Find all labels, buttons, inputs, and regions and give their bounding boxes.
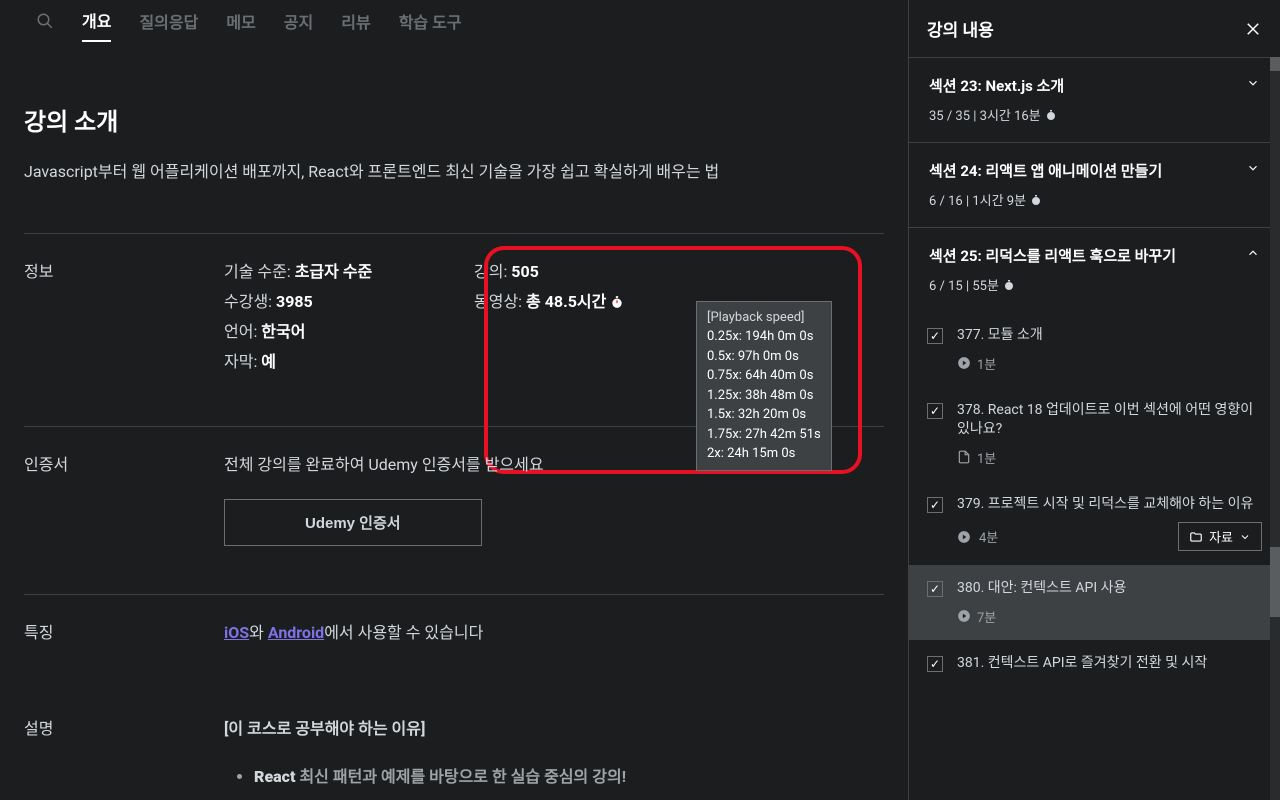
lecture-title: 377. 모듈 소개 bbox=[957, 326, 1262, 346]
lecture-title: 381. 컨텍스트 API로 즐겨찾기 전환 및 시작 bbox=[957, 654, 1262, 674]
lecture-duration: 7분 bbox=[977, 607, 996, 626]
scrollbar[interactable] bbox=[1270, 57, 1280, 800]
sidebar-title: 강의 내용 bbox=[927, 16, 994, 41]
lecture-377[interactable]: 377. 모듈 소개 1분 bbox=[909, 312, 1280, 387]
lecture-title: 380. 대안: 컨텍스트 API 사용 bbox=[957, 579, 1262, 599]
lecture-duration: 1분 bbox=[977, 354, 996, 373]
tab-qna[interactable]: 질의응답 bbox=[139, 1, 198, 41]
students: 수강생: 3985 bbox=[224, 288, 434, 312]
lecture-title: 378. React 18 업데이트로 이번 섹션에 어떤 영향이 있나요? bbox=[957, 401, 1262, 440]
scrollbar-thumb[interactable] bbox=[1270, 57, 1280, 71]
section-25[interactable]: 섹션 25: 리덕스를 리액트 훅으로 바꾸기 6 / 15 | 55분 bbox=[909, 227, 1280, 312]
playback-row: 0.25x: 194h 0m 0s bbox=[707, 327, 821, 347]
lecture-checkbox[interactable] bbox=[927, 328, 943, 344]
chevron-down-icon bbox=[1239, 531, 1251, 543]
section-title: 섹션 24: 리액트 앱 애니메이션 만들기 bbox=[929, 161, 1162, 182]
lecture-duration: 1분 bbox=[977, 448, 996, 467]
description-label: 설명 bbox=[24, 715, 224, 795]
cert-button[interactable]: Udemy 인증서 bbox=[224, 499, 482, 546]
lecture-checkbox[interactable] bbox=[927, 656, 943, 672]
lecture-checkbox[interactable] bbox=[927, 403, 943, 419]
stopwatch-icon bbox=[1045, 109, 1057, 121]
play-icon bbox=[957, 530, 971, 544]
android-link[interactable]: Android bbox=[268, 623, 324, 642]
lecture-title: 379. 프로젝트 시작 및 리덕스를 교체해야 하는 이유 bbox=[957, 495, 1262, 515]
main-content: 개요 질의응답 메모 공지 리뷰 학습 도구 강의 소개 Javascript부… bbox=[0, 0, 908, 800]
section-23[interactable]: 섹션 23: Next.js 소개 35 / 35 | 3시간 16분 bbox=[909, 57, 1280, 142]
stopwatch-icon bbox=[1030, 194, 1042, 206]
features-section: 특징 iOS와 Android에서 사용할 수 있습니다 bbox=[24, 594, 884, 643]
tab-bar: 개요 질의응답 메모 공지 리뷰 학습 도구 bbox=[24, 0, 884, 42]
tab-tools[interactable]: 학습 도구 bbox=[399, 1, 462, 41]
features-label: 특징 bbox=[24, 619, 224, 643]
lecture-379[interactable]: 379. 프로젝트 시작 및 리덕스를 교체해야 하는 이유 4분 자료 bbox=[909, 481, 1280, 566]
playback-row: 1.25x: 38h 48m 0s bbox=[707, 386, 821, 406]
playback-title: [Playback speed] bbox=[707, 308, 821, 328]
info-label: 정보 bbox=[24, 258, 224, 378]
playback-row: 0.75x: 64h 40m 0s bbox=[707, 366, 821, 386]
skill-level: 기술 수준: 초급자 수준 bbox=[224, 258, 434, 282]
stopwatch-icon bbox=[1003, 279, 1015, 291]
description-bullet: React 최신 패턴과 예제를 바탕으로 한 실습 중심의 강의! bbox=[254, 763, 884, 787]
course-intro-desc: Javascript부터 웹 어플리케이션 배포까지, React와 프론트엔드… bbox=[24, 159, 784, 185]
sidebar-header: 강의 내용 bbox=[909, 0, 1280, 57]
section-title: 섹션 23: Next.js 소개 bbox=[929, 76, 1064, 97]
lecture-checkbox[interactable] bbox=[927, 497, 943, 513]
tab-reviews[interactable]: 리뷰 bbox=[341, 1, 370, 41]
tab-overview[interactable]: 개요 bbox=[82, 0, 111, 42]
playback-row: 1.5x: 32h 20m 0s bbox=[707, 405, 821, 425]
description-list: React 최신 패턴과 예제를 바탕으로 한 실습 중심의 강의! bbox=[224, 763, 884, 787]
video-total: 동영상: 총 48.5시간 bbox=[474, 288, 684, 312]
section-meta: 35 / 35 | 3시간 16분 bbox=[929, 105, 1260, 124]
chevron-up-icon bbox=[1246, 246, 1260, 260]
info-section: 정보 기술 수준: 초급자 수준 수강생: 3985 언어: 한국어 자막: 예… bbox=[24, 233, 884, 378]
cert-label: 인증서 bbox=[24, 451, 224, 546]
lecture-378[interactable]: 378. React 18 업데이트로 이번 섹션에 어떤 영향이 있나요? 1… bbox=[909, 387, 1280, 481]
play-icon bbox=[957, 609, 971, 623]
ios-link[interactable]: iOS bbox=[224, 623, 249, 642]
lectures-count: 강의: 505 bbox=[474, 258, 684, 282]
features-text: iOS와 Android에서 사용할 수 있습니다 bbox=[224, 619, 884, 643]
language: 언어: 한국어 bbox=[224, 318, 434, 342]
section-24[interactable]: 섹션 24: 리액트 앱 애니메이션 만들기 6 / 16 | 1시간 9분 bbox=[909, 142, 1280, 227]
playback-row: 0.5x: 97h 0m 0s bbox=[707, 347, 821, 367]
document-icon bbox=[957, 450, 971, 464]
section-meta: 6 / 15 | 55분 bbox=[929, 275, 1260, 294]
course-sidebar: 강의 내용 섹션 23: Next.js 소개 35 / 35 | 3시간 16… bbox=[908, 0, 1280, 800]
lecture-list: 377. 모듈 소개 1분 378. React 18 업데이트로 이번 섹션에… bbox=[909, 312, 1280, 688]
info-body: 기술 수준: 초급자 수준 수강생: 3985 언어: 한국어 자막: 예 강의… bbox=[224, 258, 884, 378]
tab-notes[interactable]: 메모 bbox=[226, 1, 255, 41]
playback-speed-tooltip: [Playback speed] 0.25x: 194h 0m 0s 0.5x:… bbox=[696, 301, 832, 471]
lecture-checkbox[interactable] bbox=[927, 581, 943, 597]
lecture-381[interactable]: 381. 컨텍스트 API로 즐겨찾기 전환 및 시작 bbox=[909, 640, 1280, 688]
captions: 자막: 예 bbox=[224, 348, 434, 372]
section-meta: 6 / 16 | 1시간 9분 bbox=[929, 190, 1260, 209]
chevron-down-icon bbox=[1246, 161, 1260, 175]
folder-icon bbox=[1189, 530, 1203, 544]
sidebar-body[interactable]: 섹션 23: Next.js 소개 35 / 35 | 3시간 16분 섹션 2… bbox=[909, 57, 1280, 800]
playback-row: 2x: 24h 15m 0s bbox=[707, 444, 821, 464]
resources-button[interactable]: 자료 bbox=[1178, 522, 1262, 551]
tab-announce[interactable]: 공지 bbox=[284, 1, 313, 41]
playback-row: 1.75x: 27h 42m 51s bbox=[707, 425, 821, 445]
chevron-down-icon bbox=[1246, 76, 1260, 90]
lecture-duration: 4분 bbox=[979, 527, 998, 546]
course-intro: 강의 소개 Javascript부터 웹 어플리케이션 배포까지, React와… bbox=[24, 102, 884, 185]
close-icon[interactable] bbox=[1244, 20, 1262, 38]
section-title: 섹션 25: 리덕스를 리액트 훅으로 바꾸기 bbox=[929, 246, 1176, 267]
course-intro-title: 강의 소개 bbox=[24, 102, 884, 137]
lecture-380[interactable]: 380. 대안: 컨텍스트 API 사용 7분 bbox=[909, 565, 1280, 640]
description-section: 설명 [이 코스로 공부해야 하는 이유] React 최신 패턴과 예제를 바… bbox=[24, 691, 884, 795]
scrollbar-thumb[interactable] bbox=[1270, 547, 1280, 617]
play-icon bbox=[957, 356, 971, 370]
stopwatch-icon[interactable] bbox=[610, 295, 624, 309]
description-heading: [이 코스로 공부해야 하는 이유] bbox=[224, 715, 884, 739]
search-icon[interactable] bbox=[36, 12, 54, 30]
